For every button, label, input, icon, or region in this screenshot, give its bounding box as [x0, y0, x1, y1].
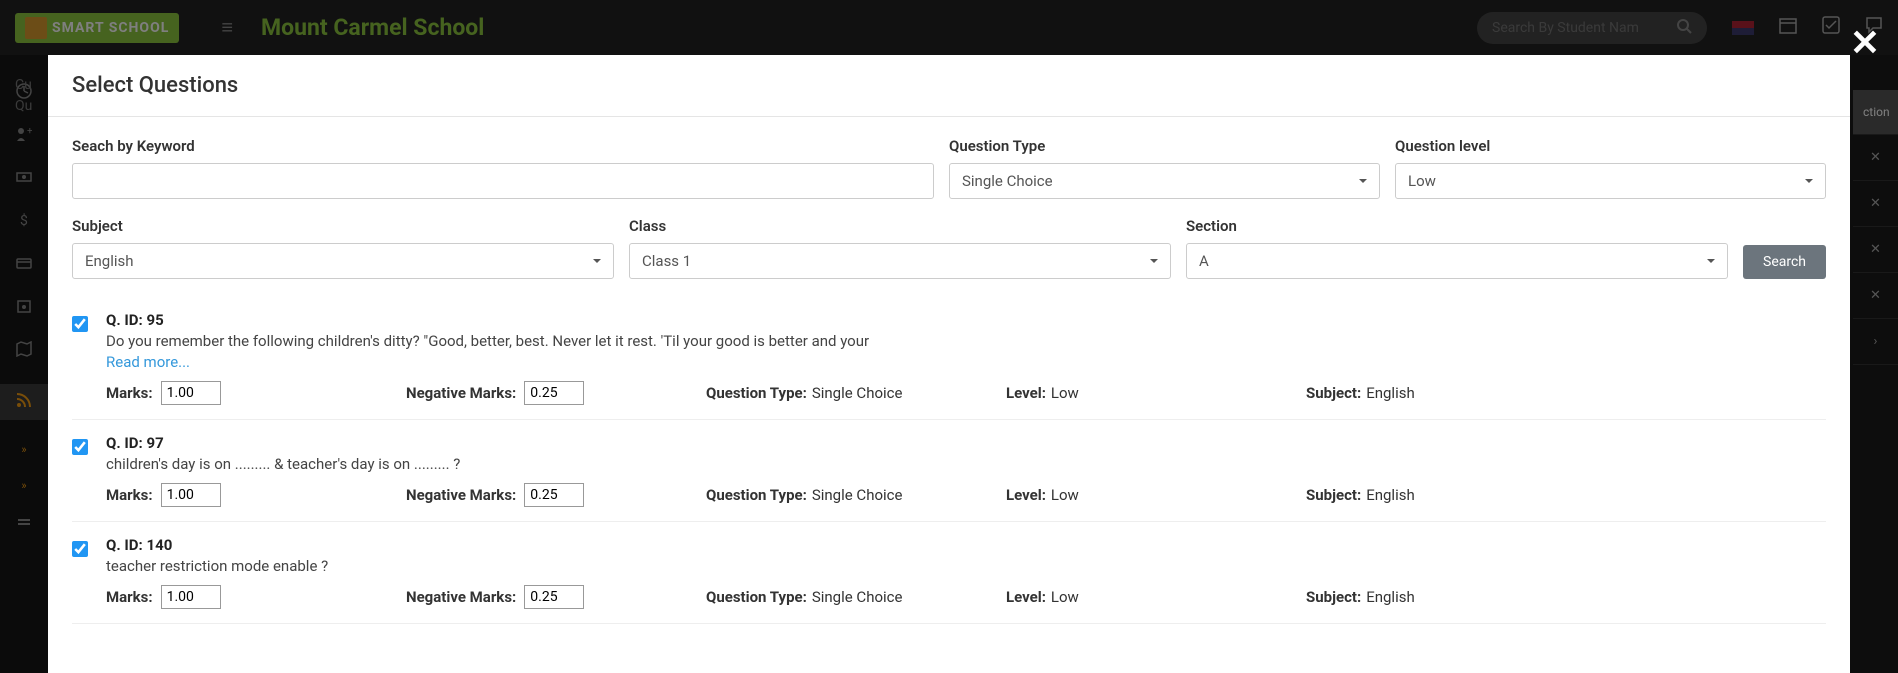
- question-content: Q. ID: 140 teacher restriction mode enab…: [106, 536, 1826, 609]
- qlevel-select[interactable]: Low: [1395, 163, 1826, 199]
- section-label: Section: [1186, 217, 1728, 235]
- meta-qtype-value: Single Choice: [812, 486, 903, 504]
- meta-marks: Marks:: [106, 381, 406, 405]
- section-select[interactable]: A: [1186, 243, 1728, 279]
- question-item: Q. ID: 140 teacher restriction mode enab…: [72, 522, 1826, 624]
- marks-input[interactable]: [161, 585, 221, 609]
- meta-level-label: Level:: [1006, 384, 1046, 402]
- filter-subject: Subject English: [72, 217, 614, 279]
- meta-subject-value: English: [1366, 384, 1415, 402]
- negative-marks-input[interactable]: [524, 585, 584, 609]
- modal-header: Select Questions: [48, 55, 1850, 117]
- question-id: Q. ID: 140: [106, 536, 1826, 554]
- modal-close-icon[interactable]: ✕: [1850, 25, 1880, 61]
- meta-negative-marks: Negative Marks:: [406, 585, 706, 609]
- marks-input[interactable]: [161, 381, 221, 405]
- meta-qtype-value: Single Choice: [812, 384, 903, 402]
- meta-subject-label: Subject:: [1306, 588, 1361, 606]
- meta-marks-label: Marks:: [106, 384, 153, 402]
- question-checkbox[interactable]: [72, 541, 88, 557]
- filter-class: Class Class 1: [629, 217, 1171, 279]
- meta-level: Level: Low: [1006, 381, 1306, 405]
- question-text: teacher restriction mode enable ?: [106, 557, 1826, 575]
- qtype-select[interactable]: Single Choice: [949, 163, 1380, 199]
- meta-negative-marks: Negative Marks:: [406, 381, 706, 405]
- filter-section: Section A: [1186, 217, 1728, 279]
- meta-qtype: Question Type: Single Choice: [706, 381, 1006, 405]
- question-item: Q. ID: 97 children's day is on .........…: [72, 420, 1826, 522]
- meta-marks-label: Marks:: [106, 588, 153, 606]
- question-content: Q. ID: 97 children's day is on .........…: [106, 434, 1826, 507]
- meta-subject: Subject: English: [1306, 381, 1826, 405]
- meta-level: Level: Low: [1006, 585, 1306, 609]
- meta-subject-label: Subject:: [1306, 384, 1361, 402]
- meta-qtype-label: Question Type:: [706, 588, 807, 606]
- filter-row-2: Subject English Class Class 1 Section A …: [72, 217, 1826, 279]
- class-label: Class: [629, 217, 1171, 235]
- meta-qtype: Question Type: Single Choice: [706, 483, 1006, 507]
- read-more-link[interactable]: Read more...: [106, 353, 1826, 371]
- meta-marks: Marks:: [106, 483, 406, 507]
- meta-qtype-label: Question Type:: [706, 486, 807, 504]
- meta-qtype: Question Type: Single Choice: [706, 585, 1006, 609]
- meta-subject-value: English: [1366, 588, 1415, 606]
- meta-qtype-label: Question Type:: [706, 384, 807, 402]
- select-questions-modal: Select Questions Seach by Keyword Questi…: [48, 55, 1850, 673]
- meta-subject-label: Subject:: [1306, 486, 1361, 504]
- meta-neg-label: Negative Marks:: [406, 384, 516, 402]
- keyword-label: Seach by Keyword: [72, 137, 934, 155]
- class-select[interactable]: Class 1: [629, 243, 1171, 279]
- question-text: Do you remember the following children's…: [106, 332, 1826, 350]
- search-button[interactable]: Search: [1743, 245, 1826, 279]
- negative-marks-input[interactable]: [524, 381, 584, 405]
- question-text: children's day is on ......... & teacher…: [106, 455, 1826, 473]
- questions-list: Q. ID: 95 Do you remember the following …: [72, 297, 1826, 624]
- modal-body: Seach by Keyword Question Type Single Ch…: [48, 117, 1850, 644]
- filter-search: Search: [1743, 245, 1826, 279]
- meta-level-value: Low: [1051, 384, 1079, 402]
- question-checkbox[interactable]: [72, 316, 88, 332]
- filter-question-level: Question level Low: [1395, 137, 1826, 199]
- subject-select[interactable]: English: [72, 243, 614, 279]
- negative-marks-input[interactable]: [524, 483, 584, 507]
- meta-level-label: Level:: [1006, 588, 1046, 606]
- keyword-input[interactable]: [72, 163, 934, 199]
- question-id: Q. ID: 95: [106, 311, 1826, 329]
- subject-label: Subject: [72, 217, 614, 235]
- question-meta: Marks: Negative Marks: Question Type: Si…: [106, 585, 1826, 609]
- meta-level: Level: Low: [1006, 483, 1306, 507]
- meta-marks-label: Marks:: [106, 486, 153, 504]
- meta-marks: Marks:: [106, 585, 406, 609]
- qlevel-label: Question level: [1395, 137, 1826, 155]
- question-meta: Marks: Negative Marks: Question Type: Si…: [106, 483, 1826, 507]
- question-checkbox[interactable]: [72, 439, 88, 455]
- filter-question-type: Question Type Single Choice: [949, 137, 1380, 199]
- meta-neg-label: Negative Marks:: [406, 588, 516, 606]
- meta-level-label: Level:: [1006, 486, 1046, 504]
- qtype-label: Question Type: [949, 137, 1380, 155]
- meta-level-value: Low: [1051, 588, 1079, 606]
- meta-negative-marks: Negative Marks:: [406, 483, 706, 507]
- question-meta: Marks: Negative Marks: Question Type: Si…: [106, 381, 1826, 405]
- meta-subject: Subject: English: [1306, 483, 1826, 507]
- question-id: Q. ID: 97: [106, 434, 1826, 452]
- meta-neg-label: Negative Marks:: [406, 486, 516, 504]
- marks-input[interactable]: [161, 483, 221, 507]
- question-item: Q. ID: 95 Do you remember the following …: [72, 297, 1826, 420]
- modal-title: Select Questions: [72, 73, 1826, 98]
- question-content: Q. ID: 95 Do you remember the following …: [106, 311, 1826, 405]
- meta-level-value: Low: [1051, 486, 1079, 504]
- filter-keyword: Seach by Keyword: [72, 137, 934, 199]
- filter-row-1: Seach by Keyword Question Type Single Ch…: [72, 137, 1826, 199]
- meta-subject: Subject: English: [1306, 585, 1826, 609]
- meta-qtype-value: Single Choice: [812, 588, 903, 606]
- meta-subject-value: English: [1366, 486, 1415, 504]
